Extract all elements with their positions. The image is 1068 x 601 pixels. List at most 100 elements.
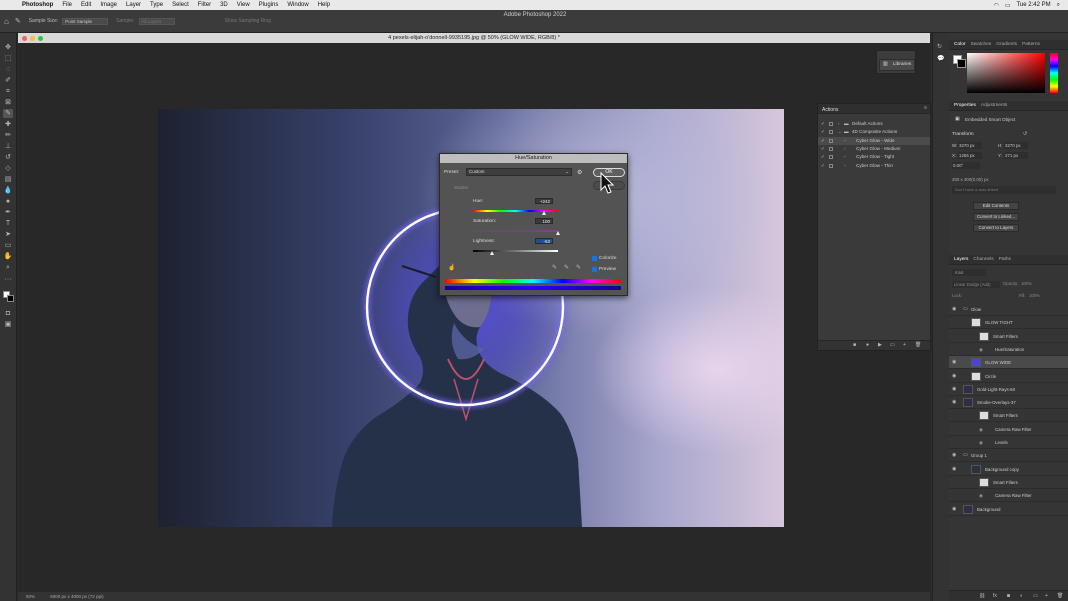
tab-gradients[interactable]: Gradients: [996, 42, 1017, 47]
smart-filter-row[interactable]: ◉ Camera Raw Filter: [949, 423, 1068, 436]
sample-select[interactable]: All Layers: [138, 17, 175, 25]
convert-to-linked-button[interactable]: Convert to Linked...: [973, 213, 1019, 221]
filter-eye-icon[interactable]: ◉: [979, 489, 983, 502]
tab-layers[interactable]: Layers: [954, 257, 968, 262]
history-brush-icon[interactable]: ↺: [3, 153, 13, 162]
hue-value-field[interactable]: +242: [535, 198, 553, 204]
layer-row[interactable]: ◉ Background copy: [949, 463, 1068, 476]
layer-thumbnail[interactable]: [971, 318, 981, 328]
eyedropper-icon[interactable]: ✎: [15, 17, 21, 25]
move-tool-icon[interactable]: ✥: [3, 43, 13, 52]
history-icon[interactable]: ↻: [937, 43, 942, 50]
delete-layer-icon[interactable]: 🗑: [1057, 593, 1063, 599]
tab-paths[interactable]: Paths: [999, 257, 1011, 262]
layer-thumbnail[interactable]: [963, 398, 973, 408]
preset-options-gear-icon[interactable]: ⚙: [577, 169, 582, 176]
quick-select-tool-icon[interactable]: ✐: [3, 76, 13, 85]
layer-row[interactable]: ◉ Circle: [949, 370, 1068, 383]
home-icon[interactable]: ⌂: [4, 17, 9, 26]
disclosure-triangle-icon[interactable]: ›: [844, 145, 846, 153]
healing-tool-icon[interactable]: ✚: [3, 120, 13, 129]
visibility-eye-icon[interactable]: ◉: [952, 463, 956, 476]
layer-thumbnail[interactable]: [971, 371, 981, 381]
layer-row[interactable]: ◉ Background: [949, 503, 1068, 516]
comments-icon[interactable]: 💬: [937, 55, 944, 62]
eyedropper-minus-icon[interactable]: ✎: [576, 264, 581, 271]
menu-window[interactable]: Window: [287, 2, 308, 8]
action-row[interactable]: ✓ ⌄ ▬ 4D Composite Actions: [818, 128, 930, 136]
layer-row[interactable]: ◉ Gold-Light-Rays-60: [949, 383, 1068, 396]
filter-eye-icon[interactable]: ◉: [979, 436, 983, 449]
blur-tool-icon[interactable]: 💧: [3, 186, 13, 195]
checkmark-icon[interactable]: ✓: [821, 137, 825, 145]
record-icon[interactable]: ●: [866, 342, 869, 348]
folder-icon[interactable]: ▭: [963, 449, 968, 462]
menu-help[interactable]: Help: [318, 2, 330, 8]
lightness-value-field[interactable]: -53: [535, 238, 553, 244]
panel-menu-icon[interactable]: ≡: [924, 105, 927, 111]
sample-size-select[interactable]: Point Sample: [62, 17, 109, 25]
colorize-checkbox[interactable]: [592, 256, 597, 261]
more-tools-icon[interactable]: ···: [3, 275, 13, 284]
battery-icon[interactable]: ▭: [1005, 2, 1011, 9]
layer-row[interactable]: ◉ Smoke-Overlays-37: [949, 396, 1068, 410]
quick-mask-icon[interactable]: ◘: [3, 309, 13, 318]
play-icon[interactable]: ▶: [878, 342, 882, 348]
filter-eye-icon[interactable]: ◉: [979, 423, 983, 436]
checkmark-icon[interactable]: ✓: [821, 120, 825, 128]
menu-plugins[interactable]: Plugins: [259, 2, 279, 8]
menu-type[interactable]: Type: [150, 2, 163, 8]
link-layers-icon[interactable]: ⛓: [979, 593, 985, 599]
brush-tool-icon[interactable]: ✏: [3, 131, 13, 140]
dialog-toggle-icon[interactable]: [829, 146, 833, 151]
smart-filter-row[interactable]: ◉ Levels: [949, 436, 1068, 449]
convert-to-layers-button[interactable]: Convert to Layers: [973, 224, 1019, 232]
new-group-icon[interactable]: ▭: [1033, 593, 1038, 599]
channel-master[interactable]: Master: [454, 186, 469, 191]
action-row[interactable]: ✓ › ▬ Default Actions: [818, 120, 930, 128]
menu-app-name[interactable]: Photoshop: [22, 2, 53, 8]
checkmark-icon[interactable]: ✓: [821, 145, 825, 153]
delete-icon[interactable]: 🗑: [915, 342, 921, 348]
reset-transform-icon[interactable]: ↺: [1023, 131, 1027, 137]
disclosure-triangle-icon[interactable]: ›: [844, 153, 846, 161]
lightness-slider-thumb[interactable]: [490, 251, 495, 255]
menu-layer[interactable]: Layer: [126, 2, 141, 8]
tab-adjustments[interactable]: Adjustments: [981, 103, 1007, 108]
document-tab[interactable]: 4 pexels-elijah-o'donnell-9935195.jpg @ …: [18, 33, 930, 43]
layer-thumbnail[interactable]: [963, 384, 973, 394]
shape-tool-icon[interactable]: ▭: [3, 241, 13, 250]
screen-mode-icon[interactable]: ▣: [3, 320, 13, 329]
adjustment-layer-icon[interactable]: ◐: [1020, 593, 1023, 599]
color-picker-field[interactable]: [967, 53, 1045, 93]
checkmark-icon[interactable]: ✓: [821, 162, 825, 170]
checkmark-icon[interactable]: ✓: [821, 128, 825, 136]
layer-thumbnail[interactable]: [979, 331, 989, 341]
eraser-tool-icon[interactable]: ◇: [3, 164, 13, 173]
width-field[interactable]: 3270 px: [958, 142, 982, 149]
blend-mode-select[interactable]: Linear Dodge (Add): [952, 281, 1000, 288]
pen-tool-icon[interactable]: ✒: [3, 208, 13, 217]
smart-filter-row[interactable]: ◉ Camera Raw Filter: [949, 489, 1068, 503]
visibility-eye-icon[interactable]: ◉: [952, 383, 956, 396]
hand-tool-icon[interactable]: ✋: [3, 252, 13, 261]
tab-patterns[interactable]: Patterns: [1022, 42, 1040, 47]
frame-tool-icon[interactable]: ⊠: [3, 98, 13, 107]
menu-edit[interactable]: Edit: [81, 2, 91, 8]
action-row[interactable]: ✓ › Cyber Glow - Wide: [818, 136, 930, 145]
visibility-eye-icon[interactable]: ◉: [952, 356, 956, 369]
edit-contents-button[interactable]: Edit Contents: [973, 202, 1019, 210]
saturation-slider-thumb[interactable]: [555, 231, 560, 235]
layer-thumbnail[interactable]: [979, 477, 989, 487]
layer-thumbnail[interactable]: [979, 411, 989, 421]
lightness-slider-track[interactable]: [473, 250, 558, 252]
opacity-value[interactable]: 100%: [1021, 281, 1032, 286]
visibility-eye-icon[interactable]: ◉: [952, 503, 956, 516]
menu-file[interactable]: File: [62, 2, 72, 8]
tab-channels[interactable]: Channels: [973, 257, 993, 262]
dialog-toggle-icon[interactable]: [829, 138, 833, 143]
height-field[interactable]: 3270 px: [1004, 142, 1028, 149]
hue-strip[interactable]: [1050, 53, 1058, 93]
new-set-icon[interactable]: ▭: [890, 342, 895, 348]
visibility-eye-icon[interactable]: ◉: [952, 370, 956, 383]
